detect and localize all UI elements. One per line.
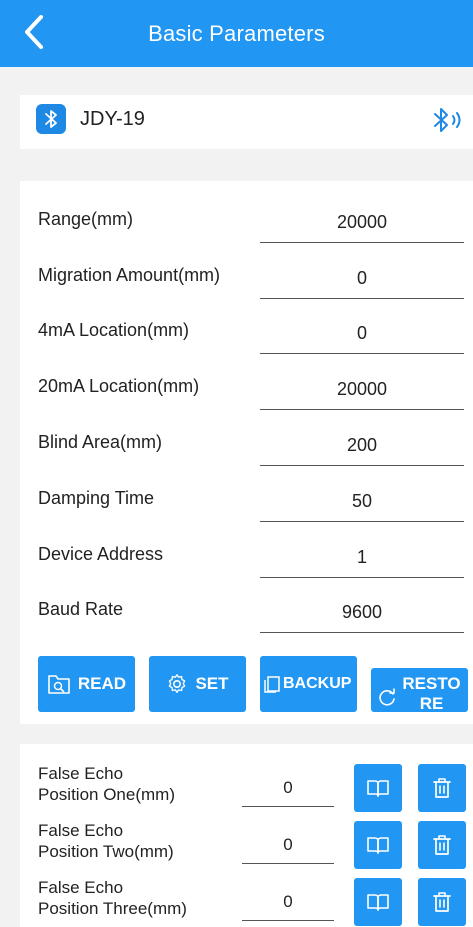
param-label: Baud Rate xyxy=(38,599,124,619)
bluetooth-icon xyxy=(45,110,57,128)
device-name: JDY-19 xyxy=(80,108,145,130)
false-echo-label: False Echo Position Three(mm) xyxy=(38,877,187,919)
param-label: Device Address xyxy=(38,544,164,564)
false-echo-row-one: False Echo Position One(mm) xyxy=(20,759,473,817)
app-header: Basic Parameters xyxy=(0,0,473,67)
trash-icon xyxy=(433,778,451,798)
bluetooth-badge xyxy=(36,104,66,134)
param-row-range: Range(mm) xyxy=(20,203,473,243)
param-label: Blind Area(mm) xyxy=(38,432,163,452)
range-input[interactable] xyxy=(260,203,464,243)
parameters-card: Range(mm) Migration Amount(mm) 4mA Locat… xyxy=(20,181,473,724)
false-echo-label-line1: False Echo xyxy=(38,821,124,840)
chevron-left-icon xyxy=(25,15,43,49)
20ma-location-input[interactable] xyxy=(260,370,464,410)
book-icon xyxy=(367,837,389,854)
damping-time-input[interactable] xyxy=(260,482,464,522)
back-button[interactable] xyxy=(14,10,54,54)
false-echo-three-read-button[interactable] xyxy=(354,878,402,926)
false-echo-one-delete-button[interactable] xyxy=(418,764,466,812)
set-button[interactable]: SET xyxy=(149,656,246,712)
false-echo-one-read-button[interactable] xyxy=(354,764,402,812)
false-echo-one-input[interactable] xyxy=(242,769,334,807)
param-row-blind-area: Blind Area(mm) xyxy=(20,426,473,466)
false-echo-two-read-button[interactable] xyxy=(354,821,402,869)
false-echo-two-input[interactable] xyxy=(242,826,334,864)
restore-button[interactable]: RESTORE xyxy=(371,668,468,712)
param-row-4ma: 4mA Location(mm) xyxy=(20,314,473,354)
false-echo-three-delete-button[interactable] xyxy=(418,878,466,926)
device-address-input[interactable] xyxy=(260,538,464,578)
device-card: JDY-19 xyxy=(20,95,473,149)
blind-area-input[interactable] xyxy=(260,426,464,466)
param-label: Range(mm) xyxy=(38,209,134,229)
copy-icon xyxy=(264,676,280,693)
param-row-baud: Baud Rate xyxy=(20,593,473,633)
false-echo-label-line2: Position One(mm) xyxy=(38,785,175,804)
migration-amount-input[interactable] xyxy=(260,259,464,299)
bluetooth-connection-button[interactable] xyxy=(431,104,471,138)
read-label: READ xyxy=(77,674,127,693)
restore-label: RESTORE xyxy=(402,674,461,712)
book-icon xyxy=(367,780,389,797)
param-row-damping: Damping Time xyxy=(20,482,473,522)
folder-search-icon xyxy=(48,675,70,694)
backup-label: BACKUP xyxy=(283,675,352,692)
param-label: Migration Amount(mm) xyxy=(38,265,221,285)
param-label: Damping Time xyxy=(38,488,155,508)
baud-rate-input[interactable] xyxy=(260,593,464,633)
trash-icon xyxy=(433,835,451,855)
gear-icon xyxy=(169,674,186,693)
book-icon xyxy=(367,894,389,911)
false-echo-row-two: False Echo Position Two(mm) xyxy=(20,816,473,874)
false-echo-card: False Echo Position One(mm) False Echo P… xyxy=(20,744,473,927)
false-echo-label-line1: False Echo xyxy=(38,764,124,783)
false-echo-label: False Echo Position Two(mm) xyxy=(38,820,174,862)
false-echo-three-input[interactable] xyxy=(242,883,334,921)
refresh-icon xyxy=(378,688,395,706)
set-label: SET xyxy=(195,674,229,693)
false-echo-label-line1: False Echo xyxy=(38,878,124,897)
param-label: 20mA Location(mm) xyxy=(38,376,200,396)
false-echo-row-three: False Echo Position Three(mm) xyxy=(20,873,473,927)
false-echo-two-delete-button[interactable] xyxy=(418,821,466,869)
false-echo-label-line2: Position Three(mm) xyxy=(38,899,187,918)
param-row-migration: Migration Amount(mm) xyxy=(20,259,473,299)
backup-button[interactable]: BACKUP xyxy=(260,656,357,712)
false-echo-label-line2: Position Two(mm) xyxy=(38,842,174,861)
read-button[interactable]: READ xyxy=(38,656,135,712)
param-row-20ma: 20mA Location(mm) xyxy=(20,370,473,410)
bluetooth-connected-icon xyxy=(434,108,461,132)
trash-icon xyxy=(433,892,451,912)
false-echo-label: False Echo Position One(mm) xyxy=(38,763,175,805)
4ma-location-input[interactable] xyxy=(260,314,464,354)
page-title: Basic Parameters xyxy=(148,20,325,46)
param-label: 4mA Location(mm) xyxy=(38,320,190,340)
param-row-address: Device Address xyxy=(20,538,473,578)
